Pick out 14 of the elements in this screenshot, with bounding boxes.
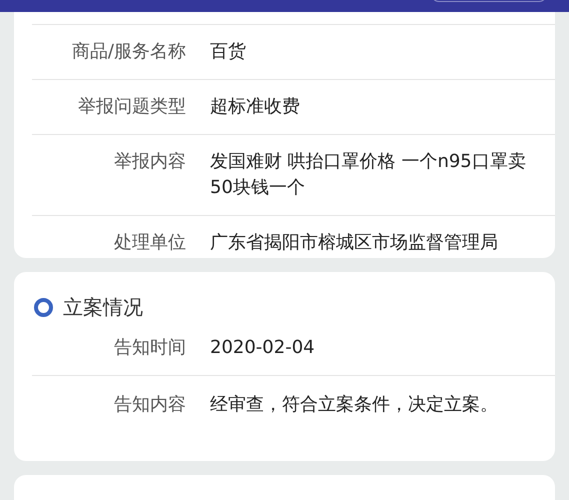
field-value: 超标准收费 (210, 95, 301, 119)
field-value: 百货 (210, 40, 247, 64)
field-value: 广东省揭阳市榕城区市场监督管理局 (210, 231, 499, 255)
field-value: 2020-02-04 (210, 336, 316, 360)
ring-icon (34, 298, 53, 317)
field-label: 告知内容 (113, 393, 186, 417)
section-title: 立案情况 (63, 294, 143, 321)
field-value: 经审查，符合立案条件，决定立案。 (210, 393, 499, 417)
field-label: 举报内容 (113, 150, 186, 174)
field-value: 发国难财 哄抬口罩价格 一个n95口罩卖50块钱一个 (210, 150, 527, 200)
field-label: 举报问题类型 (77, 95, 186, 119)
field-label: 处理单位 (113, 231, 186, 255)
field-label: 商品/服务名称 (70, 40, 186, 64)
field-label: 告知时间 (113, 336, 186, 360)
